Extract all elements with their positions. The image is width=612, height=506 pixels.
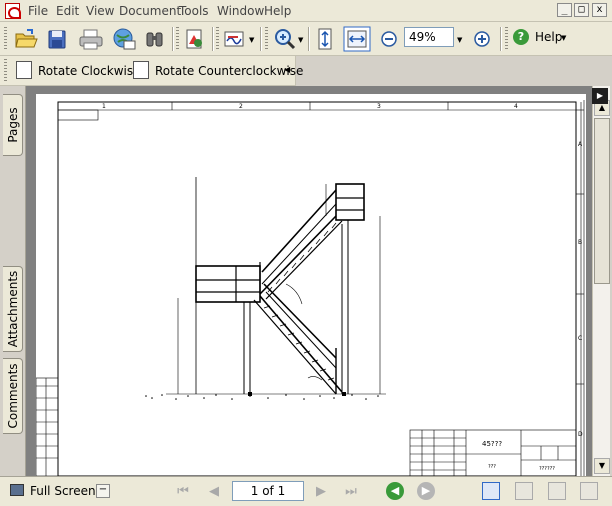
- expand-pane-icon[interactable]: ▶: [592, 88, 608, 104]
- vertical-scrollbar[interactable]: ▲ ▼: [592, 86, 610, 476]
- status-bar: Full Screen − ⏮ ◀ 1 of 1 ▶ ⏭ ◀ ▶: [0, 476, 612, 506]
- tab-comments-text: Comments: [6, 363, 20, 429]
- close-button[interactable]: x: [592, 3, 607, 17]
- menu-file[interactable]: File: [28, 4, 48, 18]
- create-pdf-icon[interactable]: [182, 26, 208, 52]
- previous-page-icon[interactable]: ◀: [205, 483, 223, 501]
- print-icon[interactable]: [76, 26, 106, 52]
- rotate-clockwise-button[interactable]: Rotate Clockwise: [16, 61, 141, 81]
- column-marker-2: 2: [239, 103, 243, 110]
- search-icon[interactable]: [142, 26, 168, 52]
- facing-layout-icon[interactable]: [548, 482, 566, 500]
- zoom-tool-dropdown-icon[interactable]: ▼: [298, 36, 303, 44]
- acrobat-app-icon[interactable]: [5, 3, 21, 19]
- email-icon[interactable]: [110, 26, 138, 52]
- sign-icon[interactable]: [222, 26, 248, 52]
- scroll-thumb[interactable]: [594, 118, 610, 284]
- tab-attachments-text: Attachments: [6, 270, 20, 348]
- full-screen-icon[interactable]: [10, 484, 24, 496]
- toolbar-grip[interactable]: [4, 27, 7, 51]
- toolbar-grip[interactable]: [176, 27, 179, 51]
- menu-view[interactable]: View: [86, 4, 114, 18]
- rotate-counterclockwise-button[interactable]: Rotate Counterclockwise: [133, 61, 303, 81]
- row-marker-a: A: [578, 141, 583, 148]
- revision-table: [35, 377, 59, 476]
- rotate-counterclockwise-label: Rotate Counterclockwise: [155, 64, 304, 78]
- open-icon[interactable]: [12, 26, 40, 52]
- menu-tools[interactable]: Tools: [179, 4, 209, 18]
- row-marker-c: C: [578, 335, 582, 342]
- first-page-icon[interactable]: ⏮: [174, 483, 192, 501]
- fit-page-icon[interactable]: [313, 26, 337, 52]
- tab-pages-label: Pages: [6, 107, 20, 142]
- row-marker-d: D: [578, 431, 583, 438]
- zoom-out-icon[interactable]: [379, 26, 399, 52]
- continuous-facing-layout-icon[interactable]: [580, 482, 598, 500]
- toolbar-grip[interactable]: [216, 27, 219, 51]
- continuous-layout-icon[interactable]: [515, 482, 533, 500]
- main-toolbar: ▼ ▼ 49% ▼ ? Help ▼: [0, 22, 612, 56]
- toolbar-grip[interactable]: [265, 27, 268, 51]
- pdf-page: 1 2 3 4 A B C D 45??? ??? ??????: [35, 94, 586, 476]
- menu-edit[interactable]: Edit: [56, 4, 79, 18]
- title-block-ref: ??????: [539, 466, 555, 472]
- title-block-code: 45???: [482, 440, 502, 448]
- go-back-icon[interactable]: ◀: [386, 482, 404, 500]
- row-marker-b: B: [578, 239, 582, 246]
- title-block-small: ???: [488, 464, 496, 470]
- tab-comments[interactable]: Comments: [3, 358, 23, 434]
- full-screen-label[interactable]: Full Screen: [30, 484, 96, 498]
- navigation-pane: Pages Attachments Comments: [0, 86, 26, 478]
- tab-comments-label: Comments: [6, 363, 20, 428]
- rotate-clockwise-label: Rotate Clockwise: [38, 64, 141, 78]
- tab-attachments[interactable]: Attachments: [3, 266, 23, 352]
- toolbar-separator: [260, 27, 262, 51]
- tab-attachments-label: Attachments: [6, 271, 20, 348]
- toolbar-separator: [308, 27, 310, 51]
- last-page-icon[interactable]: ⏭: [342, 483, 360, 501]
- toolbar-separator: [212, 27, 214, 51]
- staircase: [177, 177, 381, 395]
- zoom-level-input[interactable]: 49%: [404, 27, 454, 47]
- column-marker-1: 1: [102, 103, 106, 110]
- document-view[interactable]: 1 2 3 4 A B C D 45??? ??? ??????: [26, 86, 592, 476]
- help-button[interactable]: ? Help ▼: [513, 27, 573, 49]
- menu-document[interactable]: Document: [119, 4, 181, 18]
- rotate-toolbar: Rotate Clockwise Rotate Counterclockwise…: [0, 56, 303, 86]
- help-icon: ?: [513, 29, 529, 45]
- minimize-button[interactable]: _: [557, 3, 572, 17]
- toolbar-separator: [500, 27, 502, 51]
- toolbar-overflow-icon[interactable]: ◀: [284, 65, 290, 74]
- stair-drawing: 1 2 3 4 A B C D 45??? ??? ??????: [35, 100, 585, 476]
- fit-width-icon[interactable]: [343, 26, 371, 52]
- menu-bar: File Edit View Document Tools Window Hel…: [0, 0, 612, 22]
- restore-button[interactable]: □: [574, 3, 589, 17]
- scroll-down-icon[interactable]: ▼: [594, 458, 610, 474]
- column-marker-3: 3: [377, 103, 381, 110]
- collapse-icon[interactable]: −: [96, 484, 110, 498]
- toolbar-grip[interactable]: [505, 27, 508, 51]
- rotate-clockwise-icon: [16, 61, 32, 79]
- menu-window[interactable]: Window: [217, 4, 264, 18]
- zoom-plus-icon[interactable]: [472, 26, 492, 52]
- page-number-input[interactable]: 1 of 1: [232, 481, 304, 501]
- toolbar-grip[interactable]: [4, 59, 7, 81]
- rotate-counterclockwise-icon: [133, 61, 149, 79]
- zoom-dropdown-icon[interactable]: ▼: [457, 36, 462, 44]
- help-label: Help: [535, 30, 563, 44]
- zoom-in-icon[interactable]: [272, 26, 298, 52]
- tab-pages-text: Pages: [6, 107, 20, 143]
- toolbar-separator: [172, 27, 174, 51]
- help-dropdown-icon: ▼: [561, 34, 567, 42]
- single-page-layout-icon[interactable]: [482, 482, 500, 500]
- save-icon[interactable]: [44, 26, 70, 52]
- menu-help[interactable]: Help: [264, 4, 291, 18]
- column-marker-4: 4: [514, 103, 518, 110]
- sign-dropdown-icon[interactable]: ▼: [249, 36, 254, 44]
- next-page-icon[interactable]: ▶: [312, 483, 330, 501]
- go-forward-icon[interactable]: ▶: [417, 482, 435, 500]
- tab-pages[interactable]: Pages: [3, 94, 23, 156]
